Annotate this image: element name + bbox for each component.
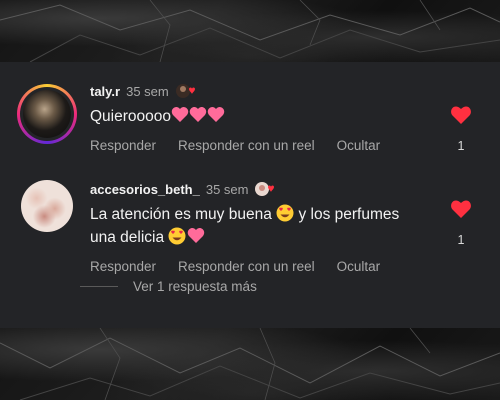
reply-with-reel-button[interactable]: Responder con un reel bbox=[178, 138, 315, 153]
hide-button[interactable]: Ocultar bbox=[337, 138, 381, 153]
comment-time: 35 sem bbox=[205, 181, 249, 197]
hide-button[interactable]: Ocultar bbox=[337, 259, 381, 274]
like-count: 1 bbox=[457, 233, 465, 247]
comment-text-part1: La atención es muy buena bbox=[90, 206, 272, 223]
author-liked-badge-icon bbox=[175, 83, 197, 99]
comment-text-part3: una delicia bbox=[90, 229, 165, 246]
author-liked-badge-icon bbox=[254, 181, 276, 197]
view-replies-label[interactable]: Ver 1 respuesta más bbox=[133, 279, 257, 294]
comment-text-part2: y los perfumes bbox=[298, 206, 400, 223]
like-area: 1 bbox=[449, 105, 473, 153]
reply-with-reel-button[interactable]: Responder con un reel bbox=[178, 259, 315, 274]
avatar-photo bbox=[21, 180, 73, 232]
user-avatar[interactable] bbox=[17, 84, 77, 144]
like-area: 1 bbox=[449, 199, 473, 247]
heart-like-icon[interactable] bbox=[449, 199, 473, 224]
marble-background-bottom bbox=[0, 328, 500, 400]
comment-time: 35 sem bbox=[126, 83, 169, 99]
user-avatar[interactable] bbox=[21, 180, 73, 232]
comments-panel: taly.r 35 sem Quierooooo Responder Respo… bbox=[0, 62, 500, 328]
replies-divider-line bbox=[80, 286, 118, 287]
reply-button[interactable]: Responder bbox=[90, 259, 156, 274]
view-replies[interactable]: Ver 1 respuesta más bbox=[80, 279, 257, 294]
reply-button[interactable]: Responder bbox=[90, 138, 156, 153]
heart-eyes-and-pink-heart-emoji-icon bbox=[168, 227, 206, 250]
heart-like-icon[interactable] bbox=[449, 105, 473, 130]
like-count: 1 bbox=[457, 139, 465, 153]
pink-heart-emoji-icon bbox=[171, 106, 225, 129]
heart-eyes-emoji-icon bbox=[276, 204, 294, 227]
comment-username[interactable]: taly.r bbox=[90, 84, 120, 99]
avatar-photo bbox=[23, 90, 71, 138]
comment-username[interactable]: accesorios_beth_ bbox=[90, 182, 200, 197]
marble-background-top bbox=[0, 0, 500, 62]
comment-text: Quierooooo bbox=[90, 108, 172, 125]
